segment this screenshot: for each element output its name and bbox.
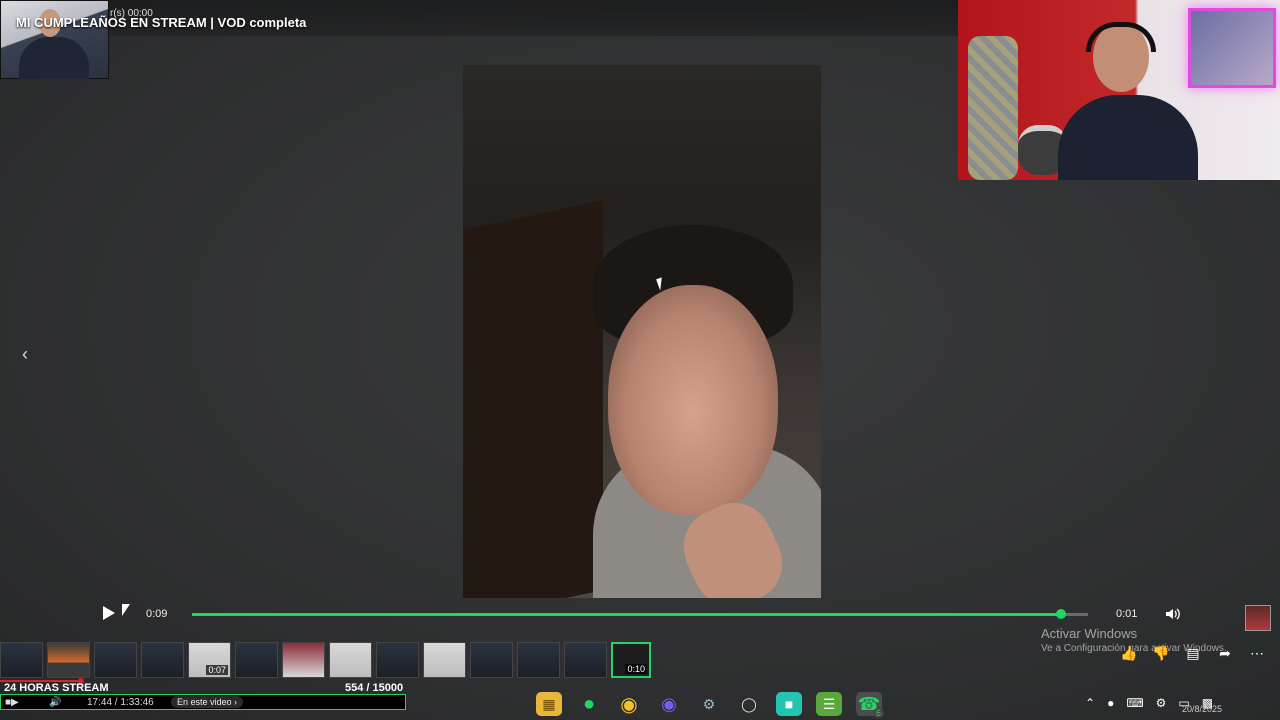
seek-bar[interactable] <box>192 609 1088 619</box>
taskbar-apps: ▦ ● ◉ ◉ ⚙ ◯ ■ ☰ ☎ 6 <box>536 692 884 718</box>
toggle-icon[interactable]: ● <box>1107 696 1114 710</box>
comment-icon[interactable]: ▤ <box>1184 644 1202 662</box>
thumbnail-item[interactable]: 0:10 <box>611 642 651 678</box>
activation-title: Activar Windows <box>1041 626 1138 641</box>
thumbnail-item[interactable] <box>47 642 90 678</box>
chrome-icon[interactable]: ◉ <box>616 692 642 716</box>
thumbnail-item[interactable] <box>282 642 325 678</box>
channel-thumbnail[interactable] <box>0 0 109 79</box>
thermos <box>968 36 1018 180</box>
main-video[interactable] <box>463 65 821 598</box>
keyboard-icon[interactable]: ⌨ <box>1126 696 1143 710</box>
thumbnail-item[interactable] <box>470 642 513 678</box>
thumbnail-item[interactable] <box>329 642 372 678</box>
thumbnail-item[interactable] <box>141 642 184 678</box>
thumbnail-item[interactable] <box>423 642 466 678</box>
thumbnail-strip: 0:07 0:10 <box>0 642 665 680</box>
spotify-icon[interactable]: ● <box>576 692 602 716</box>
headset-icon <box>1086 22 1156 52</box>
thumbnail-item[interactable] <box>564 642 607 678</box>
chevron-up-icon[interactable]: ⌃ <box>1085 696 1095 710</box>
video-actions: 👍 👎 ▤ ➦ ⋯ <box>1120 644 1266 662</box>
thumbnail-body <box>19 37 89 79</box>
thumbnail-item[interactable] <box>376 642 419 678</box>
share-icon[interactable]: ➦ <box>1216 644 1234 662</box>
volume-icon[interactable] <box>1165 607 1181 621</box>
whatsapp-icon[interactable]: ☎ 6 <box>856 692 884 718</box>
thumbnail-duration: 0:10 <box>625 664 647 674</box>
bluestacks-icon[interactable]: ☰ <box>816 692 842 716</box>
seek-handle[interactable] <box>1056 609 1067 619</box>
thumbnail-item[interactable] <box>517 642 560 678</box>
screen: r(s) 00:00 MI CUMPLEAÑOS EN STREAM | VOD… <box>0 0 1280 720</box>
video-door <box>463 200 603 598</box>
whatsapp-badge: 6 <box>872 708 884 718</box>
webcam-overlay <box>958 0 1280 180</box>
page-title: MI CUMPLEAÑOS EN STREAM | VOD completa <box>16 15 307 30</box>
thumbnail-item[interactable] <box>235 642 278 678</box>
thumbnail-item[interactable]: 0:07 <box>188 642 231 678</box>
like-icon[interactable]: 👍 <box>1120 644 1138 662</box>
seek-bar-fill <box>192 613 1062 616</box>
thumbnail-item[interactable] <box>94 642 137 678</box>
dislike-icon[interactable]: 👎 <box>1152 644 1170 662</box>
streamer-body <box>1058 95 1198 180</box>
more-options-icon[interactable]: ⋯ <box>1248 644 1266 662</box>
previous-arrow-icon[interactable]: ‹ <box>22 344 28 365</box>
thumbnail-item[interactable] <box>0 642 43 678</box>
discord-icon[interactable]: ◉ <box>656 692 682 716</box>
app-icon[interactable]: ■ <box>776 692 802 716</box>
player-controls: 0:09 0:01 <box>95 602 1280 631</box>
steam-icon[interactable]: ⚙ <box>696 692 722 716</box>
obs-icon[interactable]: ◯ <box>736 692 762 716</box>
play-button[interactable] <box>103 606 115 620</box>
end-time: 0:01 <box>1116 608 1138 620</box>
video-face <box>608 285 778 515</box>
settings-icon[interactable]: ⚙ <box>1156 696 1167 710</box>
pointer-cursor-icon <box>122 604 130 616</box>
tray-date: 20/8/2025 <box>1182 704 1223 714</box>
thumbnail-duration: 0:07 <box>206 665 228 675</box>
current-time: 0:09 <box>146 608 168 620</box>
file-explorer-icon[interactable]: ▦ <box>536 692 562 716</box>
neon-poster <box>1188 8 1276 88</box>
